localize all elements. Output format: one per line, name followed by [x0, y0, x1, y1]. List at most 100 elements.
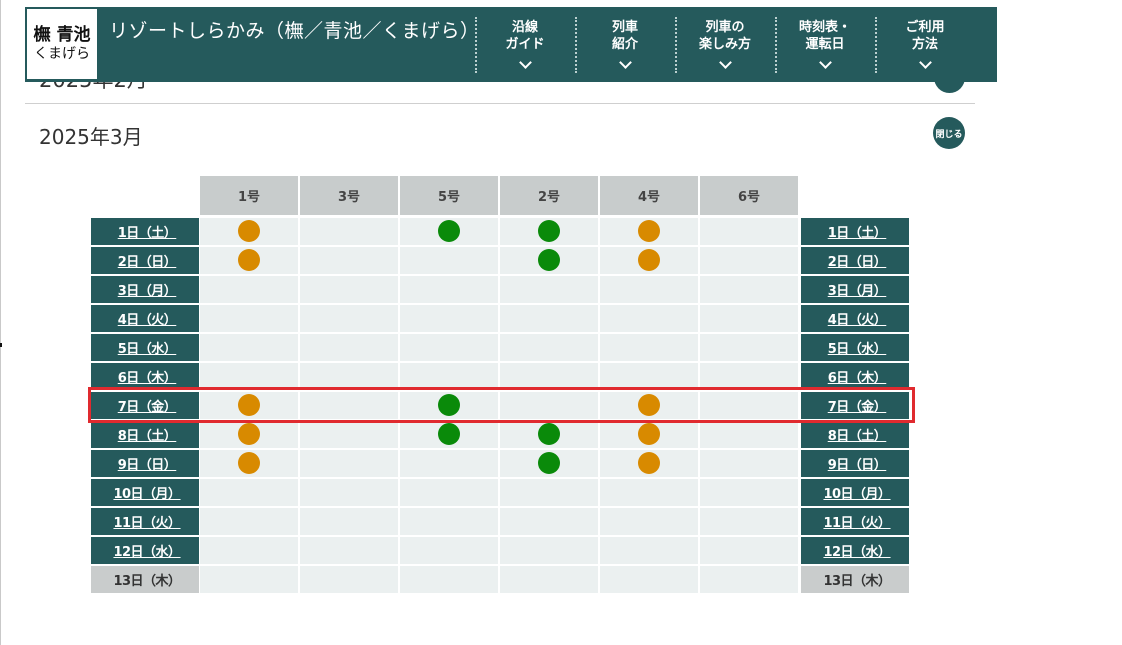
schedule-cell [300, 479, 398, 506]
orange-circle-icon [238, 249, 260, 271]
day-label: 1日（土） [117, 226, 177, 241]
schedule-cell [400, 566, 498, 593]
site-logo[interactable]: 橅 青池 くまげら [27, 9, 97, 79]
schedule-cell [300, 450, 398, 477]
schedule-cell [600, 276, 698, 303]
day-label: 5日（水） [117, 342, 177, 357]
schedule-cell [600, 334, 698, 361]
nav-timetable[interactable]: 時刻表・ 運転日 [775, 7, 875, 82]
day-label: 13日（木） [113, 574, 181, 589]
day-label: 6日（木） [117, 371, 177, 386]
day-link-right[interactable]: 5日（水） [801, 334, 909, 361]
day-label: 12日（水） [113, 545, 181, 560]
schedule-cell [400, 479, 498, 506]
orange-circle-icon [638, 249, 660, 271]
schedule-cell [400, 508, 498, 535]
green-circle-icon [438, 423, 460, 445]
day-link-right[interactable]: 12日（水） [801, 537, 909, 564]
orange-circle-icon [638, 423, 660, 445]
day-label: 12日（水） [823, 545, 891, 560]
schedule-cell [700, 247, 798, 274]
orange-circle-icon [238, 452, 260, 474]
schedule-cell [200, 566, 298, 593]
day-link-right[interactable]: 2日（日） [801, 247, 909, 274]
page-edge-mark [0, 343, 2, 347]
day-link-right[interactable]: 3日（月） [801, 276, 909, 303]
schedule-cell [600, 363, 698, 390]
schedule-cell [500, 508, 598, 535]
day-link-right[interactable]: 11日（火） [801, 508, 909, 535]
day-link-left[interactable]: 12日（水） [91, 537, 199, 564]
schedule-cell [700, 479, 798, 506]
day-link-left[interactable]: 10日（月） [91, 479, 199, 506]
day-label: 8日（土） [827, 429, 887, 444]
day-link-left[interactable]: 11日（火） [91, 508, 199, 535]
orange-circle-icon [238, 394, 260, 416]
orange-circle-icon [638, 452, 660, 474]
schedule-cell [300, 566, 398, 593]
schedule-cell [300, 421, 398, 448]
schedule-cell [300, 218, 398, 245]
schedule-cell [500, 392, 598, 419]
schedule-cell [200, 479, 298, 506]
day-label: 8日（土） [117, 429, 177, 444]
day-link-left[interactable]: 3日（月） [91, 276, 199, 303]
day-link-left[interactable]: 4日（火） [91, 305, 199, 332]
day-link-right[interactable]: 4日（火） [801, 305, 909, 332]
column-header: 1号 [200, 176, 298, 215]
schedule-cell [400, 247, 498, 274]
nav-train-intro[interactable]: 列車 紹介 [575, 7, 675, 82]
schedule-cell [200, 537, 298, 564]
schedule-cell [700, 305, 798, 332]
day-link-left[interactable]: 7日（金） [91, 392, 199, 419]
day-label: 9日（日） [117, 458, 177, 473]
schedule-cell [600, 537, 698, 564]
page-title[interactable]: リゾートしらかみ（橅／青池／くまげら） [109, 19, 479, 43]
close-month-button[interactable]: 閉じる [933, 117, 965, 149]
day-link-left[interactable]: 2日（日） [91, 247, 199, 274]
day-link-left[interactable]: 6日（木） [91, 363, 199, 390]
day-link-right[interactable]: 7日（金） [801, 392, 909, 419]
schedule-cell [700, 421, 798, 448]
chevron-down-icon [718, 56, 732, 69]
column-header: 2号 [500, 176, 598, 215]
column-header: 4号 [600, 176, 698, 215]
schedule-cell [700, 566, 798, 593]
day-link-right[interactable]: 10日（月） [801, 479, 909, 506]
schedule-cell [400, 363, 498, 390]
orange-circle-icon [238, 220, 260, 242]
nav-label: ご利用 方法 [905, 20, 945, 52]
day-label: 4日（火） [117, 313, 177, 328]
schedule-cell [500, 276, 598, 303]
day-link-left[interactable]: 5日（水） [91, 334, 199, 361]
nav-how-to-use[interactable]: ご利用 方法 [875, 7, 975, 82]
schedule-cell [700, 537, 798, 564]
day-link-right[interactable]: 9日（日） [801, 450, 909, 477]
column-header: 5号 [400, 176, 498, 215]
day-link-left[interactable]: 9日（日） [91, 450, 199, 477]
orange-circle-icon [638, 220, 660, 242]
day-link-left[interactable]: 8日（土） [91, 421, 199, 448]
nav-label: 列車 紹介 [611, 20, 638, 52]
day-link-left[interactable]: 1日（土） [91, 218, 199, 245]
schedule-cell [600, 508, 698, 535]
schedule-cell [300, 247, 398, 274]
chevron-down-icon [918, 56, 932, 69]
schedule-cell [700, 508, 798, 535]
schedule-cell [600, 566, 698, 593]
schedule-cell [300, 363, 398, 390]
nav-route-guide[interactable]: 沿線 ガイド [475, 7, 575, 82]
day-link-right[interactable]: 6日（木） [801, 363, 909, 390]
day-link-right[interactable]: 8日（土） [801, 421, 909, 448]
chevron-down-icon [618, 56, 632, 69]
nav-label: 時刻表・ 運転日 [798, 20, 851, 52]
day-link-right[interactable]: 1日（土） [801, 218, 909, 245]
schedule-cell [400, 305, 498, 332]
schedule-cell [400, 276, 498, 303]
schedule-cell [500, 566, 598, 593]
schedule-cell [400, 537, 498, 564]
green-circle-icon [438, 394, 460, 416]
nav-enjoy[interactable]: 列車の 楽しみ方 [675, 7, 775, 82]
schedule-cell [700, 276, 798, 303]
left-border [0, 0, 1, 645]
